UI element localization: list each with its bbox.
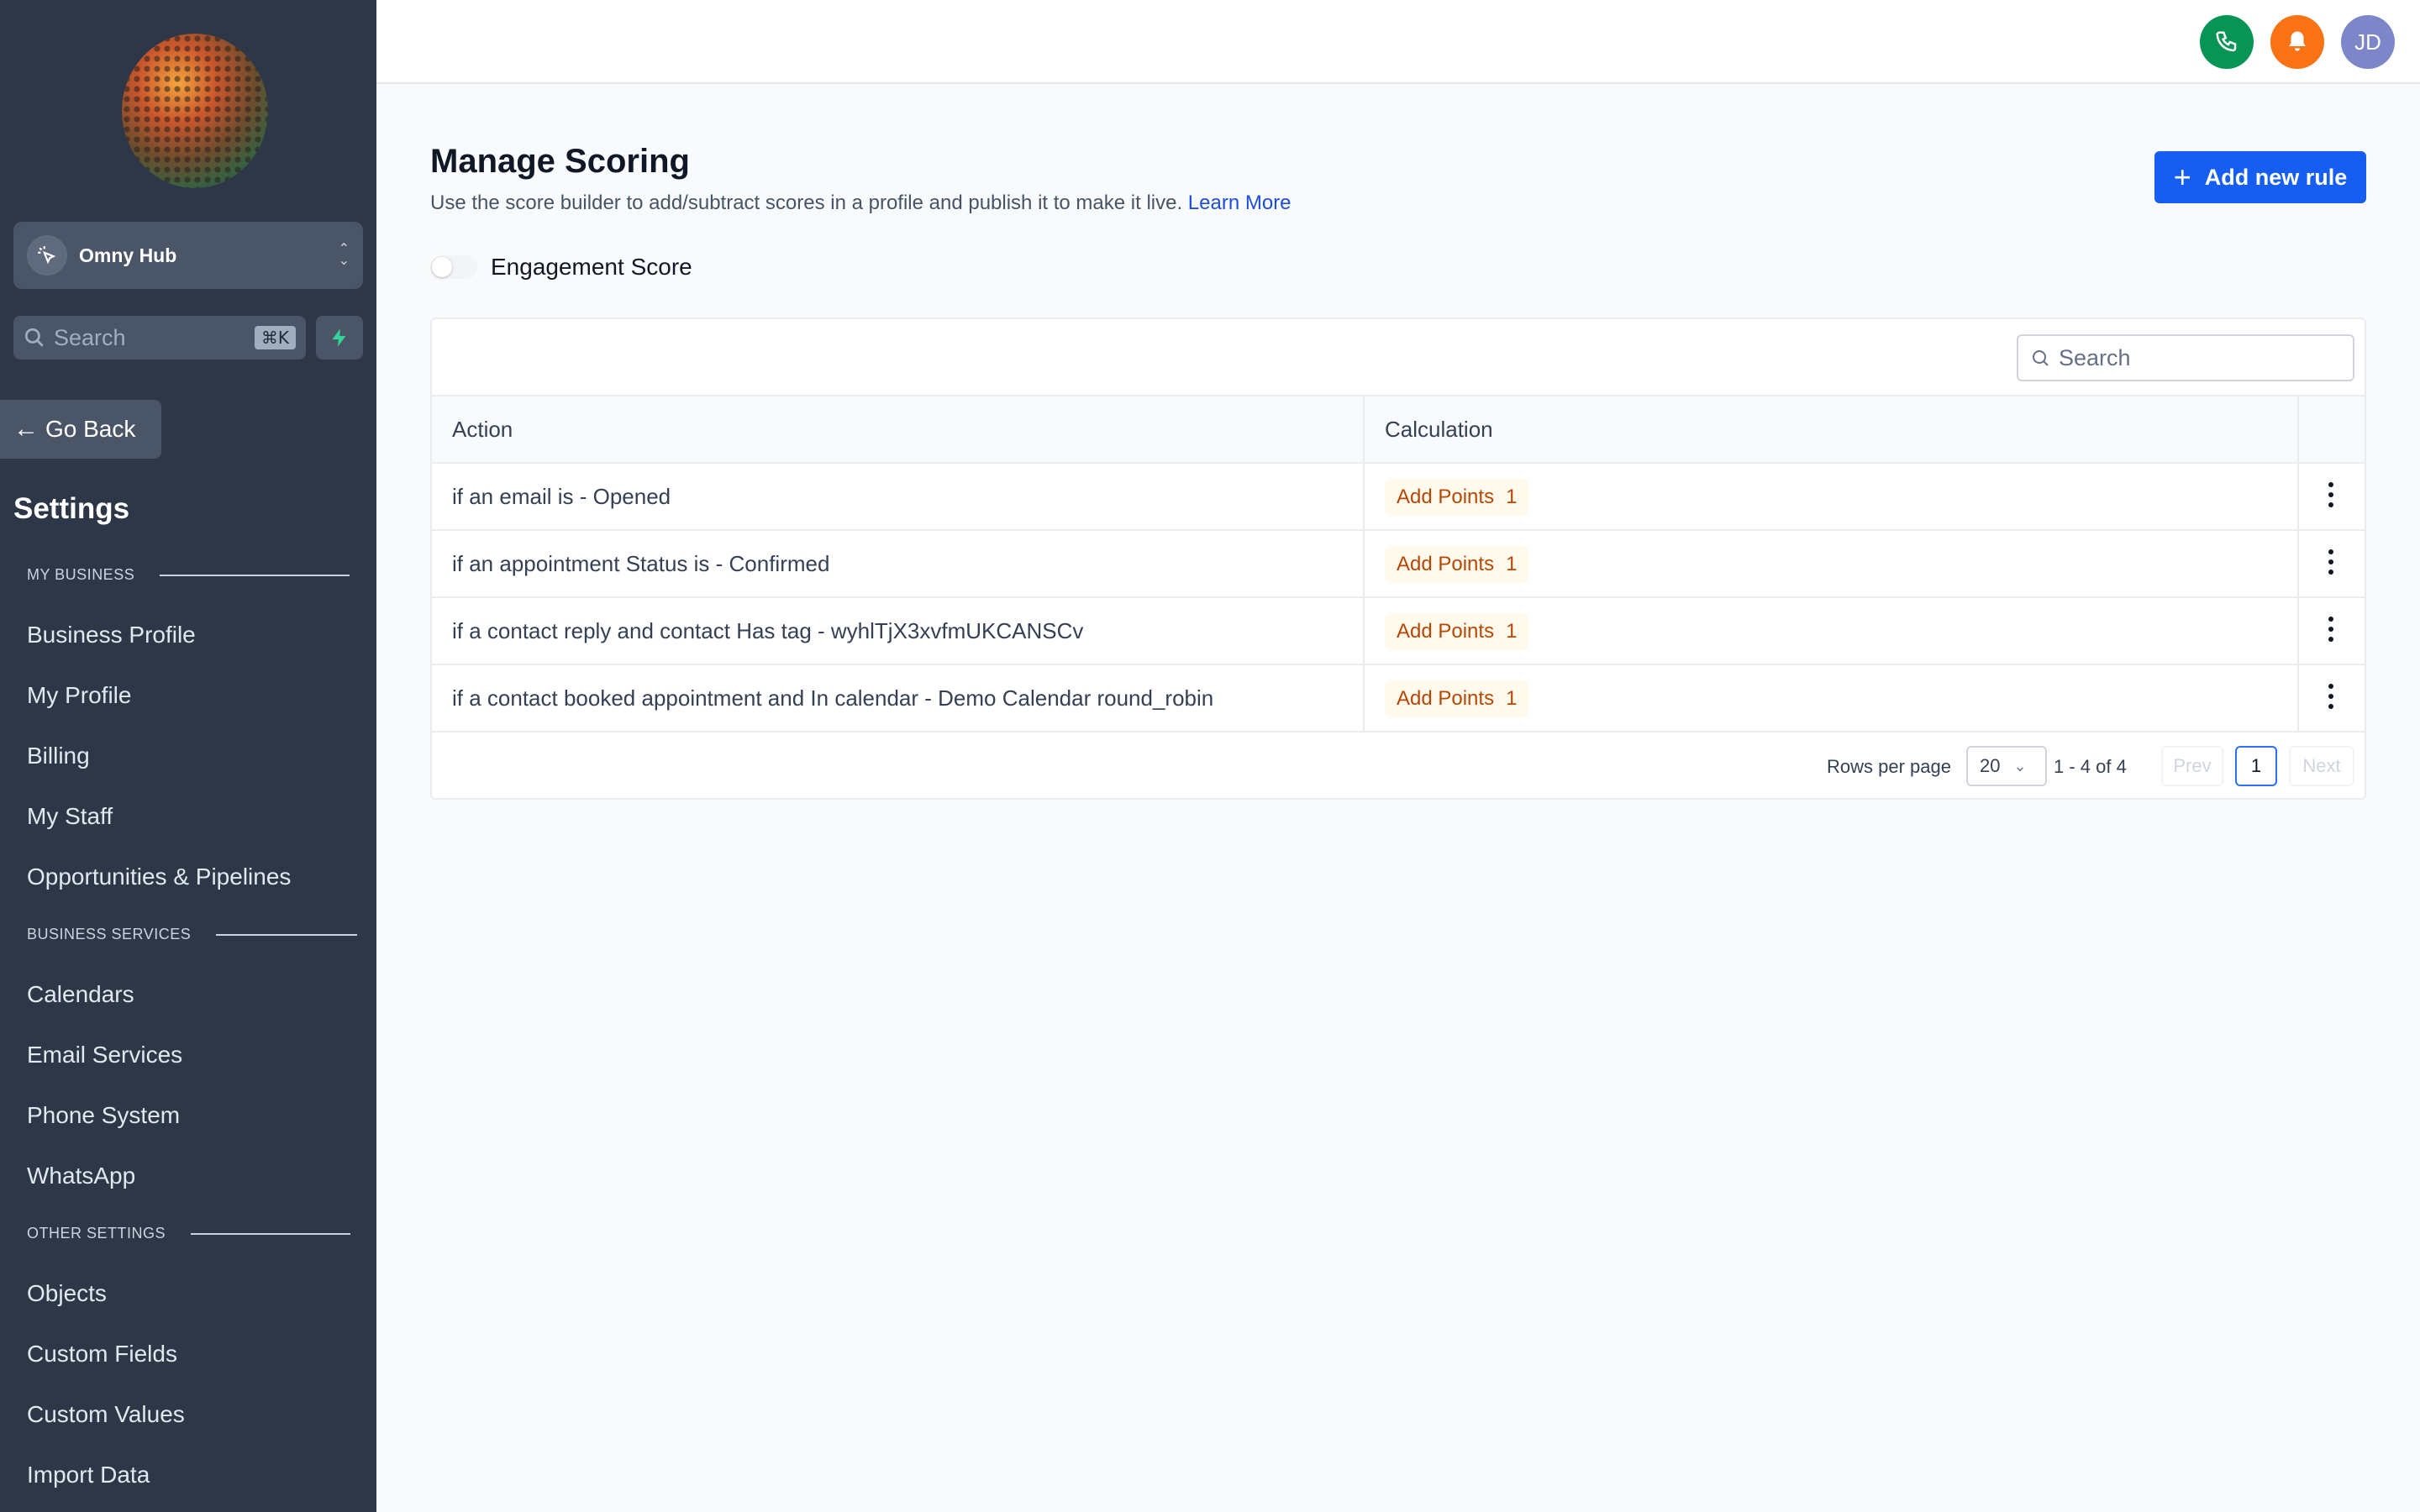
row-action: if a contact reply and contact Has tag -… [452,618,1084,643]
page-range: 1 - 4 of 4 [2054,756,2127,777]
badge-label: Add Points [1397,553,1495,575]
section-heading-label: BUSINESS SERVICES [27,926,192,942]
table-row: if an email is - Opened Add Points 1 [432,462,2365,529]
quick-actions-button[interactable] [316,316,363,360]
cursor-click-icon [27,235,67,276]
row-menu-icon[interactable] [2328,482,2334,512]
table-header: Action Calculation [432,395,2365,462]
page-subtitle: Use the score builder to add/subtract sc… [430,192,1292,215]
row-action: if an email is - Opened [452,484,671,509]
row-action: if a contact booked appointment and In c… [452,685,1214,711]
sidebar-item-email-services[interactable]: Email Services [27,1042,182,1068]
table-row: if a contact reply and contact Has tag -… [432,596,2365,664]
add-new-rule-button[interactable]: + Add new rule [2154,151,2366,203]
sidebar-item-import-data[interactable]: Import Data [27,1462,150,1488]
badge-points: 1 [1506,486,1518,508]
lightning-icon [332,328,346,347]
sidebar-item-opportunities-pipelines[interactable]: Opportunities & Pipelines [27,864,291,890]
row-menu-icon[interactable] [2328,617,2334,647]
sidebar-item-whatsapp[interactable]: WhatsApp [27,1163,135,1189]
search-icon [24,328,44,347]
engagement-score-toggle[interactable] [430,255,477,279]
rows-per-page-label: Rows per page [1827,756,1951,777]
search-icon [2033,350,2049,366]
search-shortcut: ⌘K [254,326,296,349]
table-row: if an appointment Status is - Confirmed … [432,529,2365,596]
account-name: Omny Hub [79,244,177,266]
row-menu-icon[interactable] [2328,684,2334,714]
sidebar-item-custom-values[interactable]: Custom Values [27,1401,185,1428]
badge-label: Add Points [1397,687,1495,710]
section-heading-other-settings: OTHER SETTINGS [27,1225,351,1242]
learn-more-link[interactable]: Learn More [1188,192,1292,214]
user-avatar[interactable]: JD [2341,15,2395,69]
scoring-rules-table: Search Action Calculation if an email is… [430,318,2366,800]
sidebar-item-my-staff[interactable]: My Staff [27,803,113,830]
sidebar-item-my-profile[interactable]: My Profile [27,682,131,709]
add-new-rule-label: Add new rule [2204,164,2348,190]
section-heading-label: MY BUSINESS [27,566,135,583]
sidebar-item-calendars[interactable]: Calendars [27,981,134,1008]
account-switcher[interactable]: Omny Hub ⌃ ⌄ [13,222,363,289]
toggle-knob [432,257,452,277]
calculation-badge: Add Points 1 [1385,546,1529,583]
badge-label: Add Points [1397,620,1495,643]
row-action: if an appointment Status is - Confirmed [452,551,830,576]
section-heading-business-services: BUSINESS SERVICES [27,926,358,943]
badge-points: 1 [1506,553,1518,575]
row-menu-icon[interactable] [2328,549,2334,580]
divider [191,1232,351,1235]
bell-icon [2289,31,2306,51]
badge-points: 1 [1506,620,1518,643]
divider [216,933,358,936]
sidebar-search-input[interactable]: Search ⌘K [13,316,306,360]
arrow-left-icon: ← [13,415,39,443]
phone-button[interactable] [2200,15,2254,69]
page-title: Manage Scoring [430,143,690,180]
badge-points: 1 [1506,687,1518,710]
page-subtitle-text: Use the score builder to add/subtract sc… [430,192,1183,214]
section-heading-my-business: MY BUSINESS [27,566,350,584]
sidebar-item-billing[interactable]: Billing [27,743,90,769]
next-page-button[interactable]: Next [2289,746,2354,786]
table-search-input[interactable]: Search [2017,334,2354,381]
sidebar-item-business-profile[interactable]: Business Profile [27,622,196,648]
sidebar-item-custom-fields[interactable]: Custom Fields [27,1341,177,1368]
calculation-badge: Add Points 1 [1385,479,1529,516]
search-placeholder: Search [54,324,126,350]
sidebar-item-objects[interactable]: Objects [27,1280,107,1307]
company-logo [122,34,268,188]
go-back-label: Go Back [45,416,136,442]
rows-per-page-select[interactable]: 20 ⌄ [1966,746,2047,786]
table-row: if a contact booked appointment and In c… [432,664,2365,731]
top-bar [376,0,2420,84]
page-number-button[interactable]: 1 [2235,746,2277,786]
sidebar: Omny Hub ⌃ ⌄ Search ⌘K ← Go Back Settings… [0,0,376,1512]
rows-per-page-value: 20 [1980,755,2001,776]
calculation-badge: Add Points 1 [1385,680,1529,717]
settings-title: Settings [13,492,130,525]
pagination: Rows per page 20 ⌄ 1 - 4 of 4 Prev 1 Nex… [432,731,2365,800]
chevron-up-down-icon: ⌃ ⌄ [338,242,350,268]
section-heading-label: OTHER SETTINGS [27,1225,166,1242]
engagement-score-label: Engagement Score [491,254,692,280]
chevron-down-icon: ⌄ [2013,757,2027,774]
prev-page-button[interactable]: Prev [2161,746,2223,786]
phone-icon [2216,31,2237,52]
badge-label: Add Points [1397,486,1495,508]
notifications-button[interactable] [2270,15,2324,69]
column-header-calculation: Calculation [1385,417,1493,442]
column-header-action: Action [452,417,513,442]
go-back-button[interactable]: ← Go Back [0,400,161,459]
divider [160,574,350,576]
sidebar-item-phone-system[interactable]: Phone System [27,1102,180,1129]
table-search-placeholder: Search [2059,344,2131,370]
calculation-badge: Add Points 1 [1385,613,1529,650]
plus-icon: + [2173,160,2191,194]
